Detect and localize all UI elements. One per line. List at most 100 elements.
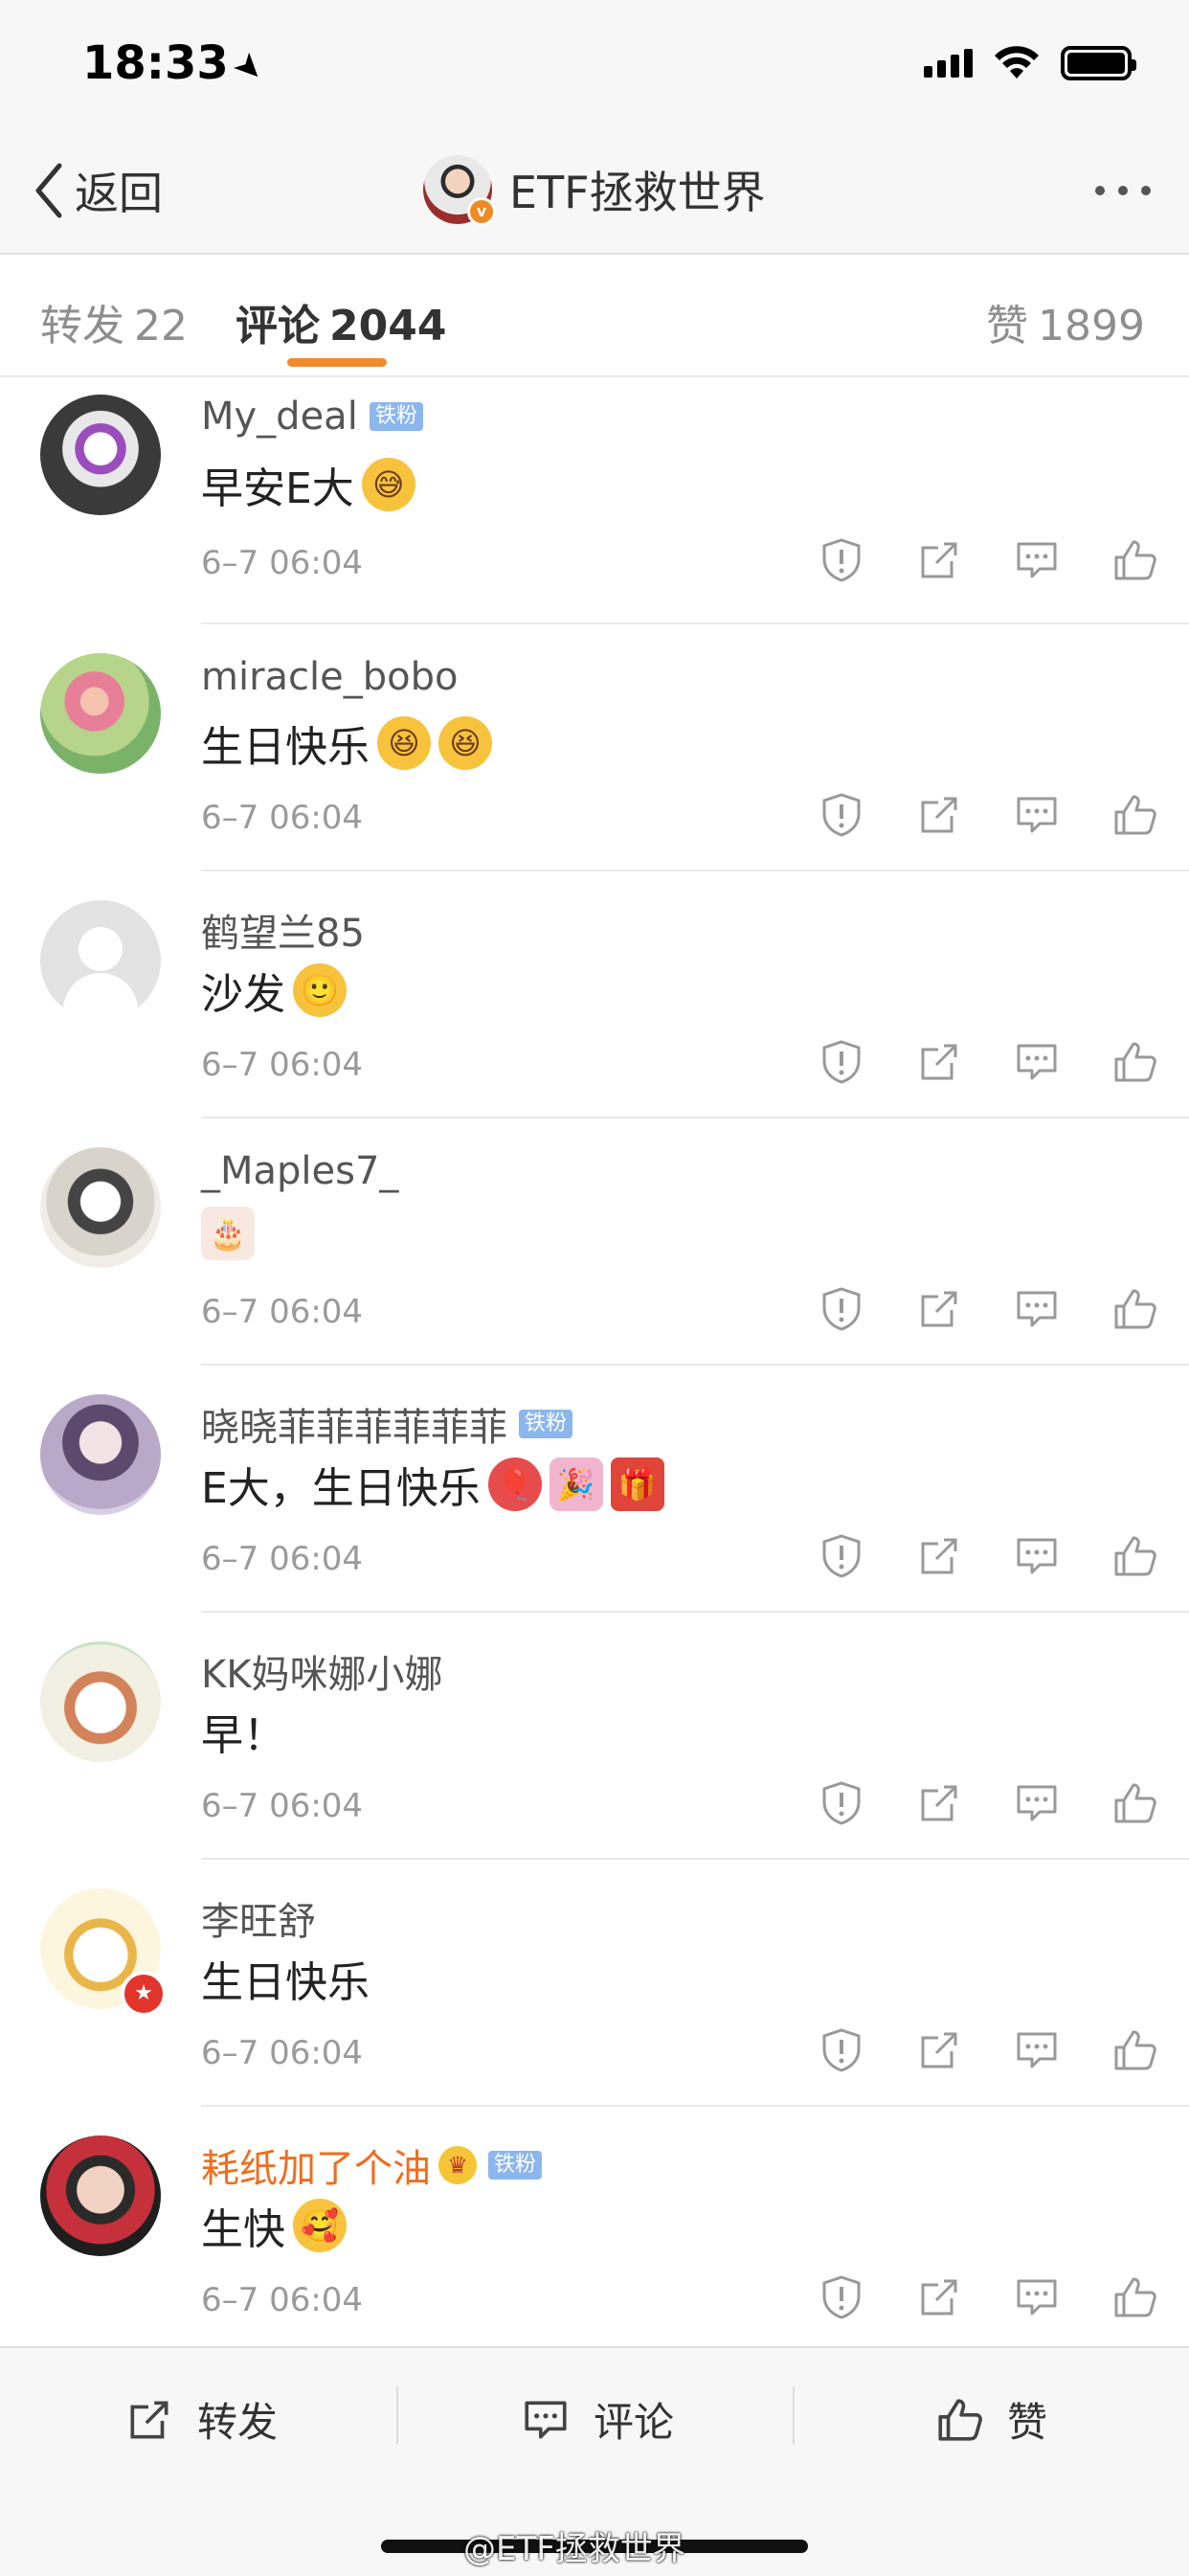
avatar[interactable] bbox=[40, 1641, 161, 1762]
reply-icon[interactable] bbox=[1013, 791, 1061, 839]
comment-time: 6–7 06:04 bbox=[201, 2034, 364, 2072]
share-icon[interactable] bbox=[915, 2273, 963, 2321]
comment-button[interactable]: 评论 bbox=[521, 2390, 674, 2449]
share-icon[interactable] bbox=[915, 1779, 963, 1827]
like-button[interactable]: 赞 bbox=[934, 2390, 1047, 2449]
comment-username[interactable]: _Maples7_ bbox=[201, 1149, 398, 1193]
comment-text-content: 早！ bbox=[201, 1711, 285, 1760]
nav-profile[interactable]: v ETF拯救世界 bbox=[423, 155, 766, 226]
share-icon[interactable] bbox=[915, 1038, 963, 1086]
comment-item: KK妈咪娜小娜 早！ 6–7 06:04 bbox=[0, 1613, 1189, 1860]
share-icon[interactable] bbox=[915, 791, 963, 839]
comment-username[interactable]: My_deal 铁粉 bbox=[201, 395, 423, 439]
fan-badge: 铁粉 bbox=[519, 1410, 573, 1438]
like-icon[interactable] bbox=[1110, 1532, 1158, 1580]
comment-text-content: 生快 bbox=[201, 2205, 285, 2254]
share-icon[interactable] bbox=[915, 1285, 963, 1333]
avatar[interactable] bbox=[40, 900, 161, 1021]
tab-repost-count: 22 bbox=[134, 302, 188, 350]
status-time-text: 18:33 bbox=[82, 36, 229, 90]
back-button[interactable]: 返回 bbox=[33, 159, 163, 222]
like-icon[interactable] bbox=[1110, 1285, 1158, 1333]
comment-username[interactable]: 鹤望兰85 bbox=[201, 902, 365, 958]
like-icon bbox=[938, 2398, 982, 2441]
reply-icon[interactable] bbox=[1013, 1532, 1061, 1580]
avatar[interactable] bbox=[40, 1147, 161, 1268]
comment-item: 耗纸加了个油 ♛ 铁粉 生快 🥰 6–7 06:04 bbox=[0, 2107, 1189, 2354]
comment-actions bbox=[818, 2026, 1158, 2074]
comment-item: miracle_bobo 生日快乐 😆 😆 6–7 06:04 bbox=[0, 624, 1189, 871]
reply-icon[interactable] bbox=[1013, 1038, 1061, 1086]
report-icon[interactable] bbox=[818, 1285, 865, 1333]
emoji-icon: 🥰 bbox=[293, 2199, 347, 2252]
username-text: _Maples7_ bbox=[201, 1149, 399, 1193]
like-icon[interactable] bbox=[1110, 1038, 1158, 1086]
like-icon[interactable] bbox=[1110, 2026, 1158, 2074]
comment-username[interactable]: 耗纸加了个油 ♛ 铁粉 bbox=[201, 2137, 543, 2193]
tab-repost[interactable]: 转发 22 bbox=[40, 291, 188, 352]
share-icon[interactable] bbox=[915, 536, 963, 584]
like-icon[interactable] bbox=[1110, 1779, 1158, 1827]
reply-icon[interactable] bbox=[1013, 2026, 1061, 2074]
share-icon[interactable] bbox=[915, 2026, 963, 2074]
comment-username[interactable]: miracle_bobo bbox=[201, 655, 458, 699]
comment-text-content: 沙发 bbox=[201, 970, 285, 1019]
comment-actions bbox=[818, 1038, 1158, 1086]
report-icon[interactable] bbox=[818, 1532, 865, 1580]
tab-comment-label: 评论 bbox=[236, 302, 320, 350]
comment-username[interactable]: 晓晓菲菲菲菲菲菲 铁粉 bbox=[201, 1396, 573, 1452]
comment-time: 6–7 06:04 bbox=[201, 799, 364, 837]
emoji-icon: 🎉 bbox=[549, 1457, 603, 1511]
report-icon[interactable] bbox=[818, 1038, 865, 1086]
emoji-icon: 🎈 bbox=[487, 1457, 542, 1511]
location-arrow-icon: ➤ bbox=[224, 43, 274, 92]
tab-like-count: 1899 bbox=[1038, 302, 1145, 350]
emoji-icon: 😆 bbox=[377, 716, 431, 770]
emoji-icon: 😆 bbox=[438, 716, 492, 770]
reply-icon[interactable] bbox=[1013, 1779, 1061, 1827]
report-icon[interactable] bbox=[818, 791, 865, 839]
fan-badge: 铁粉 bbox=[488, 2151, 543, 2180]
comment-time: 6–7 06:04 bbox=[201, 1787, 364, 1825]
page-title[interactable]: ETF拯救世界 bbox=[509, 158, 766, 221]
comment-text: 沙发 🙂 bbox=[201, 960, 347, 1021]
avatar[interactable] bbox=[40, 2135, 161, 2256]
share-icon[interactable] bbox=[915, 1532, 963, 1580]
reply-icon[interactable] bbox=[1013, 1285, 1061, 1333]
comment-username[interactable]: KK妈咪娜小娜 bbox=[201, 1643, 442, 1699]
comment-actions bbox=[818, 1779, 1158, 1827]
username-text: 耗纸加了个油 bbox=[201, 2147, 431, 2191]
report-icon[interactable] bbox=[818, 2273, 865, 2321]
comment-actions bbox=[818, 791, 1158, 839]
avatar[interactable]: v bbox=[423, 155, 496, 226]
top-bar: 18:33➤ 返回 v ETF拯救世界 bbox=[0, 0, 1189, 255]
tab-like[interactable]: 赞 1899 bbox=[986, 291, 1145, 352]
tab-comment[interactable]: 评论 2044 bbox=[236, 291, 446, 352]
like-icon[interactable] bbox=[1110, 791, 1158, 839]
avatar[interactable] bbox=[40, 1394, 161, 1515]
comment-text: 早！ bbox=[201, 1701, 285, 1762]
avatar[interactable] bbox=[40, 653, 161, 774]
repost-button[interactable]: 转发 bbox=[124, 2390, 278, 2449]
report-icon[interactable] bbox=[818, 536, 865, 584]
comment-item: ★ 李旺舒 生日快乐 6–7 06:04 bbox=[0, 1860, 1189, 2107]
comment-item: 晓晓菲菲菲菲菲菲 铁粉 E大，生日快乐 🎈 🎉 🎁 6–7 06:04 bbox=[0, 1366, 1189, 1613]
star-badge-icon: ★ bbox=[121, 1971, 167, 2017]
like-icon[interactable] bbox=[1110, 2273, 1158, 2321]
more-dot-icon bbox=[1141, 186, 1151, 195]
comment-item: 鹤望兰85 沙发 🙂 6–7 06:04 bbox=[0, 871, 1189, 1119]
like-icon[interactable] bbox=[1110, 536, 1158, 584]
emoji-icon: 🎂 bbox=[201, 1207, 255, 1260]
comment-label: 评论 bbox=[594, 2399, 675, 2446]
more-dot-icon bbox=[1118, 186, 1128, 195]
report-icon[interactable] bbox=[818, 2026, 865, 2074]
comment-text: 生日快乐 bbox=[201, 1948, 370, 2009]
comment-username[interactable]: 李旺舒 bbox=[201, 1890, 316, 1946]
reply-icon[interactable] bbox=[1013, 2273, 1061, 2321]
reply-icon[interactable] bbox=[1013, 536, 1061, 584]
avatar[interactable] bbox=[40, 395, 161, 515]
more-button[interactable] bbox=[1095, 186, 1151, 195]
username-text: My_deal bbox=[201, 395, 358, 439]
comment-text-content: 生日快乐 bbox=[201, 723, 370, 772]
report-icon[interactable] bbox=[818, 1779, 865, 1827]
